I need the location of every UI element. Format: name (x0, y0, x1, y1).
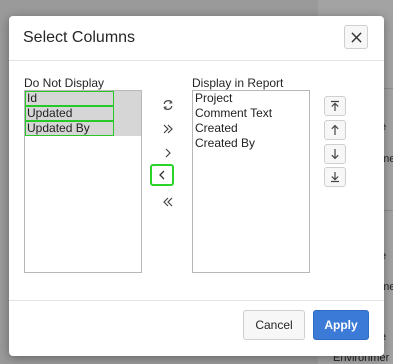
list-item[interactable]: Id (25, 91, 114, 106)
move-top-button[interactable] (324, 96, 346, 116)
move-up-button[interactable] (324, 120, 346, 140)
move-up-icon (331, 124, 339, 135)
move-left-button[interactable] (150, 164, 174, 186)
move-right-button[interactable] (157, 143, 179, 163)
reset-icon (163, 100, 173, 110)
move-all-left-button[interactable] (157, 192, 179, 212)
move-down-button[interactable] (324, 144, 346, 164)
dialog-header: Select Columns (9, 16, 384, 61)
list-item[interactable]: Project (193, 91, 309, 106)
list-item[interactable]: Updated By (25, 121, 114, 136)
reset-button[interactable] (157, 95, 179, 115)
move-all-left-icon (163, 197, 173, 207)
move-all-right-icon (163, 124, 173, 134)
do-not-display-label: Do Not Display (24, 76, 105, 90)
move-all-right-button[interactable] (157, 119, 179, 139)
list-item[interactable]: Created (193, 121, 309, 136)
select-columns-dialog: Select Columns Do Not Display Id Updated… (9, 16, 384, 356)
cancel-button[interactable]: Cancel (243, 310, 305, 340)
close-button[interactable] (344, 25, 368, 49)
move-right-icon (165, 148, 171, 158)
list-item[interactable]: Updated (25, 106, 114, 121)
list-item[interactable]: Created By (193, 136, 309, 151)
do-not-display-list[interactable]: Id Updated Updated By (24, 90, 142, 273)
move-left-icon (159, 170, 165, 180)
move-down-icon (331, 149, 339, 160)
close-icon (350, 31, 362, 43)
display-in-report-list[interactable]: Project Comment Text Created Created By (192, 90, 310, 273)
move-bottom-button[interactable] (324, 167, 346, 187)
dialog-title: Select Columns (23, 29, 136, 46)
move-top-icon (331, 100, 339, 111)
list-item[interactable]: Comment Text (193, 106, 309, 121)
move-bottom-icon (331, 172, 339, 183)
display-in-report-label: Display in Report (192, 76, 284, 90)
apply-button[interactable]: Apply (313, 310, 369, 340)
